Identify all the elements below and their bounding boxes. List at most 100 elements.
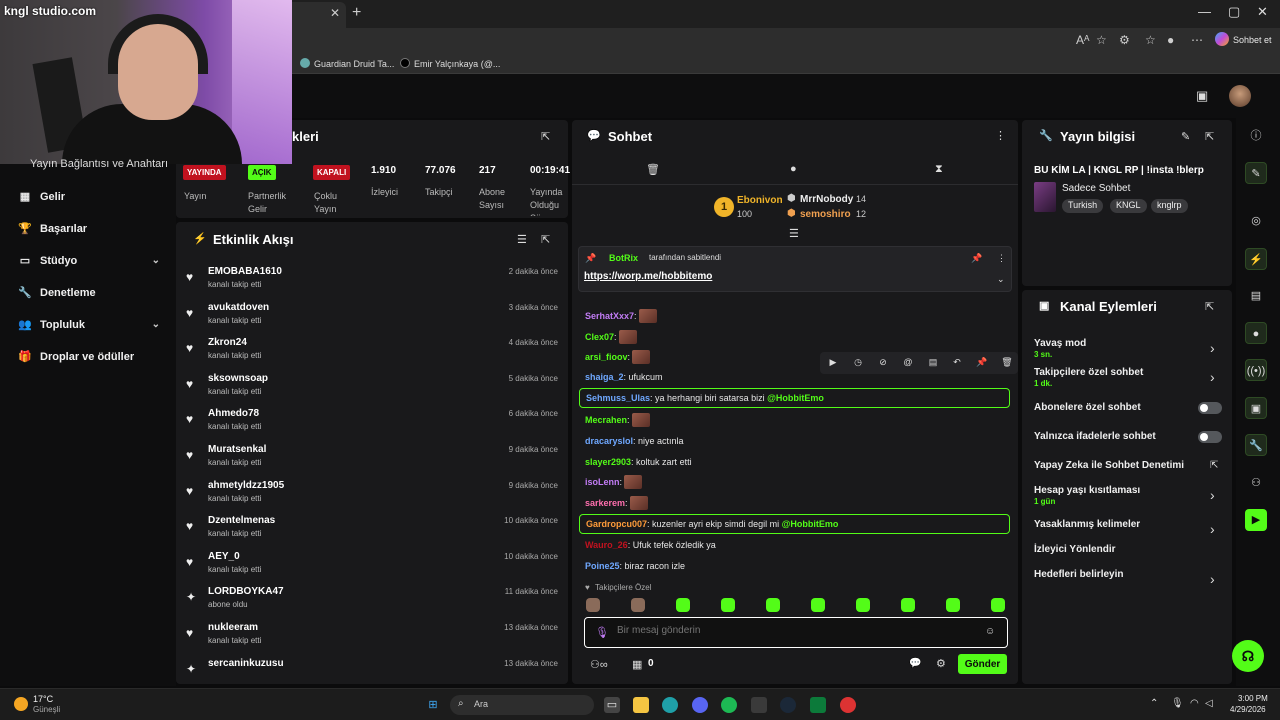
document-icon[interactable]: ▤ <box>1245 285 1267 307</box>
help-icon[interactable]: ☊ <box>1232 640 1264 672</box>
trash-icon[interactable]: 🗑 <box>646 163 660 176</box>
more-icon[interactable]: ⋯ <box>1191 33 1203 47</box>
sidebar-item-droplar[interactable]: 🎁 Droplar ve ödüller <box>18 350 160 364</box>
info-icon[interactable]: ⓘ <box>1245 125 1267 147</box>
chat-username[interactable]: Mecrahen <box>585 415 627 425</box>
highlighted-message[interactable]: Gardropcu007: kuzenler ayri ekip simdi d… <box>579 514 1010 534</box>
emote-button[interactable] <box>856 598 870 612</box>
copilot-button[interactable]: Sohbet et <box>1215 32 1272 46</box>
pinned-link[interactable]: https://worp.me/hobbitemo <box>584 271 712 282</box>
popout-icon[interactable]: ⇱ <box>541 130 550 143</box>
popout-icon[interactable]: ⇱ <box>1205 300 1214 313</box>
chevron-down-icon[interactable]: ⌄ <box>997 274 1005 285</box>
activity-item[interactable]: ♥ AEY_0 kanalı takip etti 10 dakika önce <box>186 551 558 585</box>
channel-action-label[interactable]: Hedefleri belirleyin <box>1034 569 1123 580</box>
activity-item[interactable]: ♥ Muratsenkal kanalı takip etti 9 dakika ön… <box>186 444 558 478</box>
sidebar-item-basarilar[interactable]: 🏆 Başarılar <box>18 222 160 236</box>
chat-username[interactable]: Clex07 <box>585 332 614 342</box>
timeout-icon[interactable]: ◷ <box>851 357 865 369</box>
channel-action-label[interactable]: Hesap yaşı kısıtlaması <box>1034 485 1140 496</box>
unpin-icon[interactable]: 📌 <box>971 253 982 264</box>
mention[interactable]: @HobbitEmo <box>782 519 839 529</box>
favorites-icon[interactable]: ☆ <box>1145 33 1156 47</box>
mic-icon[interactable]: 🎙 <box>595 626 609 639</box>
activity-item[interactable]: ✦ LORDBOYKA47 abone oldu 11 dakika önce <box>186 586 558 620</box>
edit-icon[interactable]: ✎ <box>1181 130 1190 143</box>
delete-icon[interactable]: 🗑 <box>1000 357 1014 369</box>
chat-settings-bubble-icon[interactable]: 💬 <box>909 658 921 669</box>
chevron-right-icon[interactable]: › <box>1210 369 1215 385</box>
emote-button[interactable] <box>946 598 960 612</box>
activity-username[interactable]: ahmetyldzz1905 <box>208 480 284 491</box>
emote-button[interactable] <box>721 598 735 612</box>
chat-message[interactable]: Clex07: <box>585 330 637 344</box>
filter-icon[interactable]: ☰ <box>517 233 527 246</box>
chat-message[interactable]: Poine25: biraz racon izle <box>585 561 685 571</box>
chat-message[interactable]: shaiga_2: ufukcum <box>585 372 663 382</box>
terminal-icon[interactable] <box>751 697 767 713</box>
activity-item[interactable]: ♥ ahmetyldzz1905 kanalı takip etti 9 dakika… <box>186 480 558 514</box>
chevron-right-icon[interactable]: › <box>1210 521 1215 537</box>
chat-mode-icon[interactable]: ● <box>790 163 797 175</box>
bolt-icon[interactable]: ⚡ <box>1245 248 1267 270</box>
activity-item[interactable]: ✦ sercaninkuzusu 13 dakika önce <box>186 658 558 692</box>
emote-button[interactable] <box>676 598 690 612</box>
chat-username[interactable]: Sehmuss_Ulas <box>586 393 650 403</box>
expand-icon[interactable]: ☰ <box>789 227 799 240</box>
send-button[interactable]: Gönder <box>958 654 1007 674</box>
mention[interactable]: @HobbitEmo <box>767 393 824 403</box>
activity-username[interactable]: sksownsoap <box>208 373 268 384</box>
activity-username[interactable]: EMOBABA1610 <box>208 266 282 277</box>
channel-action-label[interactable]: Yapay Zeka ile Sohbet Denetimi <box>1034 460 1184 471</box>
wifi-icon[interactable]: ◠ <box>1190 698 1199 709</box>
broadcast-icon[interactable]: ((•)) <box>1245 359 1267 381</box>
clip-icon[interactable]: ▶ <box>1245 509 1267 531</box>
activity-username[interactable]: avukatdoven <box>208 302 269 313</box>
favorite-star-icon[interactable]: ☆ <box>1096 33 1107 47</box>
activity-username[interactable]: Ahmedo78 <box>208 408 259 419</box>
task-view-icon[interactable]: ▭ <box>604 697 620 713</box>
discord-icon[interactable] <box>692 697 708 713</box>
weather-temp[interactable]: 17°C <box>33 694 53 704</box>
activity-item[interactable]: ♥ sksownsoap kanalı takip etti 5 dakika önc… <box>186 373 558 407</box>
more-vertical-icon[interactable]: ⋮ <box>995 129 1006 142</box>
chat-icon[interactable]: ● <box>1245 322 1267 344</box>
loyalty-icon[interactable]: ⚇∞ <box>590 658 608 671</box>
sidebar-item-stream-key[interactable]: Yayın Bağlantısı ve Anahtarı <box>30 158 168 170</box>
activity-username[interactable]: sercaninkuzusu <box>208 658 284 669</box>
channel-action-label[interactable]: Yavaş mod <box>1034 338 1086 349</box>
chat-message[interactable]: Wauro_26: Ufuk tefek özledik ya <box>585 540 716 550</box>
chat-username[interactable]: SerhatXxx7 <box>585 311 634 321</box>
taskbar-search[interactable]: ⌕ Ara <box>450 695 594 715</box>
activity-username[interactable]: Dzentelmenas <box>208 515 275 526</box>
popout-icon[interactable]: ⇱ <box>1205 130 1214 143</box>
chevron-right-icon[interactable]: › <box>1210 487 1215 503</box>
chevron-right-icon[interactable]: › <box>1210 340 1215 356</box>
camera-icon[interactable]: ◎ <box>1245 210 1267 232</box>
activity-username[interactable]: nukleeram <box>208 622 258 633</box>
spotify-icon[interactable] <box>721 697 737 713</box>
category-thumbnail[interactable] <box>1034 182 1056 212</box>
reply-icon[interactable]: ▶ <box>826 357 840 369</box>
chat-username[interactable]: isoLenn <box>585 477 620 487</box>
windows-start-icon[interactable]: ⊞ <box>425 697 441 713</box>
undo-icon[interactable]: ↶ <box>950 357 964 369</box>
activity-item[interactable]: ♥ Zkron24 kanalı takip etti 4 dakika önce <box>186 337 558 371</box>
chat-username[interactable]: arsi_fioov <box>585 352 628 362</box>
wrench-icon[interactable]: 🔧 <box>1245 434 1267 456</box>
sidebar-item-gelir[interactable]: ▦ Gelir <box>18 190 160 204</box>
sidebar-item-denetleme[interactable]: 🔧 Denetleme <box>18 286 160 300</box>
profile-icon[interactable]: ● <box>1167 33 1174 47</box>
emote-button[interactable] <box>901 598 915 612</box>
edge-icon[interactable] <box>662 697 678 713</box>
avatar[interactable] <box>1229 85 1251 107</box>
clock-date[interactable]: 4/29/2026 <box>1230 705 1266 714</box>
toggle-switch[interactable] <box>1198 431 1222 443</box>
toggle-switch[interactable] <box>1198 402 1222 414</box>
mute-icon[interactable]: ⊘ <box>876 357 890 369</box>
minimize-icon[interactable]: — <box>1198 4 1211 19</box>
chat-username[interactable]: shaiga_2 <box>585 372 624 382</box>
extension-icon[interactable]: ⚙ <box>1119 33 1130 47</box>
new-tab-icon[interactable]: + <box>352 4 361 22</box>
studio-icon[interactable]: ▣ <box>1196 88 1208 104</box>
